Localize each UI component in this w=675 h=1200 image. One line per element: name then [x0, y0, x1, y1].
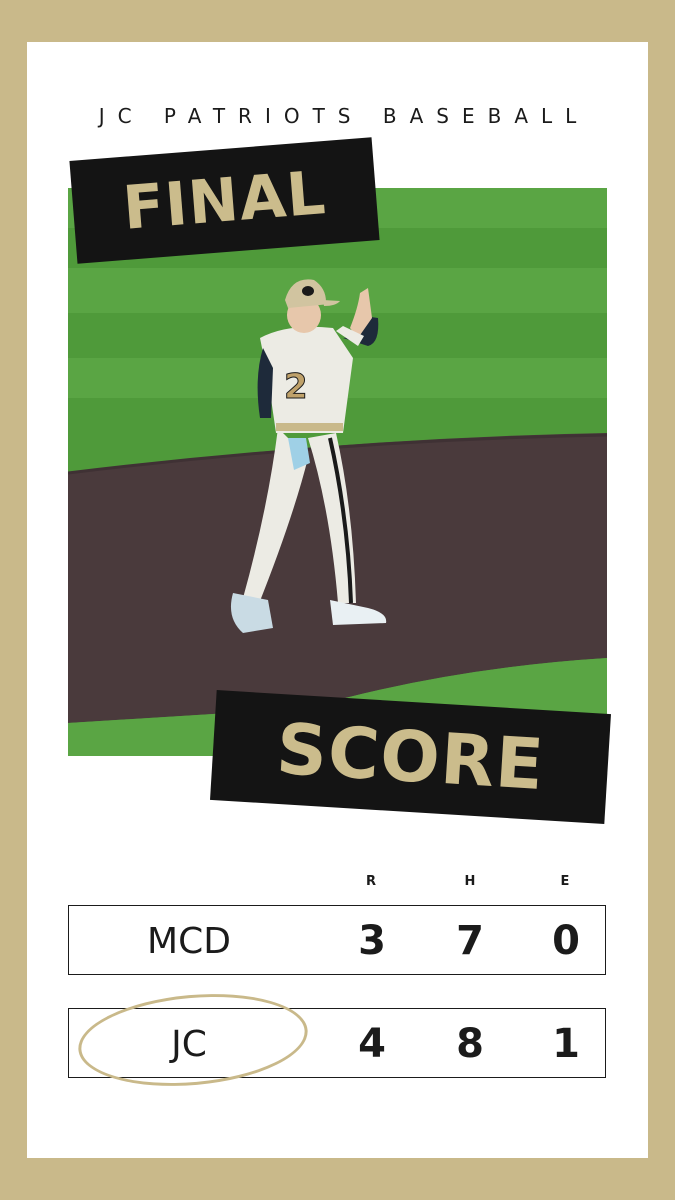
- graphic-card: JC PATRIOTS BASEBALL 2 FINAL SCORE R H E…: [27, 42, 648, 1158]
- graphic-background: { "header": { "title": "JC PATRIOTS BASE…: [0, 0, 675, 1200]
- score-row-mcd: MCD 3 7 0: [68, 905, 606, 975]
- score-banner-text: SCORE: [274, 707, 547, 807]
- page-title: JC PATRIOTS BASEBALL: [98, 104, 590, 128]
- runs-value: 3: [358, 918, 386, 964]
- errors-value: 0: [552, 918, 580, 964]
- runs-value: 4: [358, 1021, 386, 1067]
- svg-text:2: 2: [284, 367, 308, 407]
- player-photo: 2: [68, 188, 607, 756]
- hits-value: 7: [456, 918, 484, 964]
- column-header-runs: R: [365, 874, 376, 889]
- column-header-hits: H: [464, 874, 476, 889]
- hits-value: 8: [456, 1021, 484, 1067]
- team-name: MCD: [147, 920, 231, 962]
- final-banner-text: FINAL: [120, 157, 329, 244]
- column-header-errors: E: [560, 874, 570, 889]
- errors-value: 1: [552, 1021, 580, 1067]
- score-banner: SCORE: [210, 690, 611, 824]
